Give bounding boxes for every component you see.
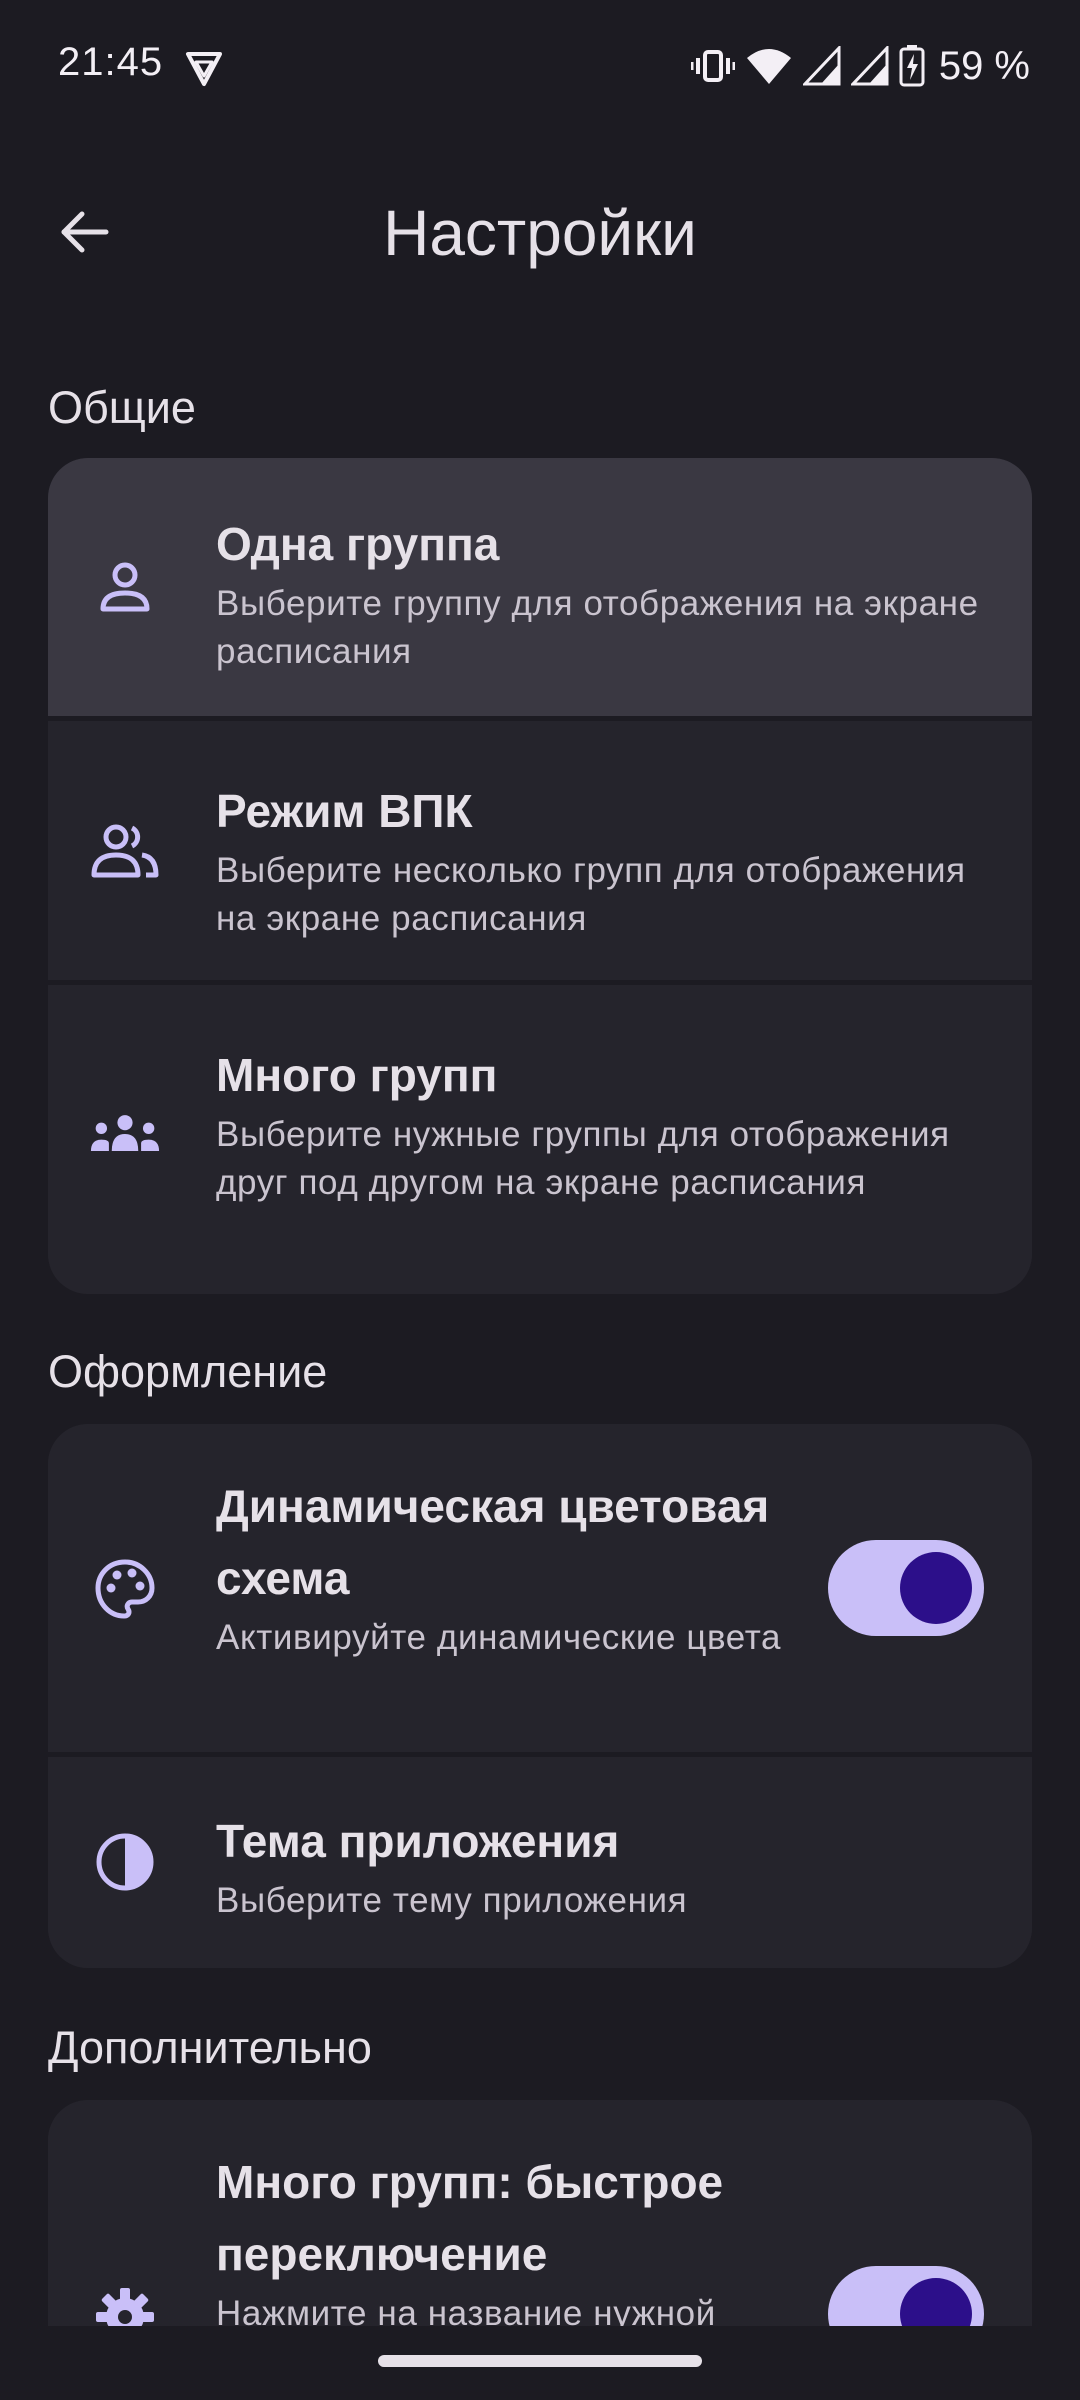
dynamic-colors-toggle[interactable] xyxy=(828,1540,984,1636)
palette-icon xyxy=(90,1554,160,1624)
status-time: 21:45 xyxy=(58,40,164,84)
status-bar: 21:45 59 % xyxy=(0,0,1080,136)
setting-subtitle: Активируйте динамические цвета xyxy=(216,1618,782,1657)
people-icon xyxy=(90,816,160,886)
vpn-icon xyxy=(184,48,224,88)
contrast-icon xyxy=(90,1827,160,1897)
general-settings-card: Одна группа Выберите группу для отображе… xyxy=(48,458,1032,1294)
setting-subtitle: Выберите несколько групп для отображения… xyxy=(216,851,966,938)
setting-single-group[interactable]: Одна группа Выберите группу для отображе… xyxy=(48,458,1032,716)
setting-title: Одна группа xyxy=(216,518,500,570)
appearance-settings-card: Динамическая цветовая схема Активируйте … xyxy=(48,1424,1032,1968)
setting-text: Тема приложения Выберите тему приложения xyxy=(216,1805,992,1925)
setting-title: Много групп xyxy=(216,1049,498,1101)
battery-percentage: 59 % xyxy=(938,43,1030,88)
setting-text: Одна группа Выберите группу для отображе… xyxy=(216,508,992,676)
signal-icon xyxy=(850,46,889,86)
section-header-general: Общие xyxy=(48,382,196,433)
setting-title: Много групп: быстрое переключение xyxy=(216,2156,724,2280)
setting-app-theme[interactable]: Тема приложения Выберите тему приложения xyxy=(48,1752,1032,1968)
setting-subtitle: Выберите тему приложения xyxy=(216,1881,688,1920)
wifi-icon xyxy=(745,46,793,86)
setting-text: Много групп Выберите нужные группы для о… xyxy=(216,1039,992,1207)
settings-screen: 21:45 59 % Настройки Общие Одна группа В… xyxy=(0,0,1080,2400)
setting-text: Режим ВПК Выберите несколько групп для о… xyxy=(216,775,992,943)
page-title: Настройки xyxy=(383,197,697,269)
setting-title: Тема приложения xyxy=(216,1815,620,1867)
setting-vpk-mode[interactable]: Режим ВПК Выберите несколько групп для о… xyxy=(48,716,1032,980)
section-header-appearance: Оформление xyxy=(48,1346,328,1397)
battery-charging-icon xyxy=(899,45,925,87)
top-app-bar: Настройки xyxy=(0,170,1080,300)
person-icon xyxy=(90,552,160,622)
setting-title: Режим ВПК xyxy=(216,785,473,837)
setting-subtitle: Выберите группу для отображения на экран… xyxy=(216,584,979,671)
home-indicator[interactable] xyxy=(378,2355,702,2367)
setting-text: Динамическая цветовая схема Активируйте … xyxy=(216,1470,832,1662)
signal-icon xyxy=(802,46,841,86)
setting-many-groups[interactable]: Много групп Выберите нужные группы для о… xyxy=(48,980,1032,1284)
toggle-thumb xyxy=(900,1552,972,1624)
setting-text: Много групп: быстрое переключение Нажмит… xyxy=(216,2146,832,2338)
groups-icon xyxy=(90,1099,160,1169)
setting-subtitle: Выберите нужные группы для отображения д… xyxy=(216,1115,950,1202)
status-icons: 59 % xyxy=(690,42,1030,90)
vibrate-icon xyxy=(690,46,735,86)
setting-dynamic-colors[interactable]: Динамическая цветовая схема Активируйте … xyxy=(48,1424,1032,1752)
setting-title: Динамическая цветовая схема xyxy=(216,1480,770,1604)
section-header-extra: Дополнительно xyxy=(48,2022,372,2073)
